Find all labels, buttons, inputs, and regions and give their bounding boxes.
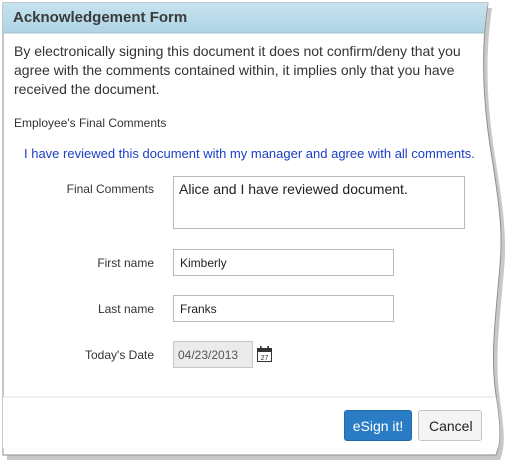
calendar-icon[interactable]: 27 xyxy=(257,346,272,362)
esign-button[interactable]: eSign it! xyxy=(344,410,412,441)
final-comments-field[interactable]: Alice and I have reviewed document. xyxy=(173,176,465,229)
dialog-title: Acknowledgement Form xyxy=(13,9,188,26)
todays-date-field xyxy=(173,341,253,368)
final-comments-label: Final Comments xyxy=(66,182,154,196)
screenshot-stage: Acknowledgement Form × By electronically… xyxy=(0,0,517,464)
first-name-field[interactable] xyxy=(173,249,394,276)
last-name-label: Last name xyxy=(97,302,154,316)
calendar-day-text: 27 xyxy=(261,355,269,362)
intro-text: By electronically signing this document … xyxy=(14,43,461,97)
section-label: Employee's Final Comments xyxy=(14,116,167,130)
last-name-field[interactable] xyxy=(173,295,394,322)
todays-date-label: Today's Date xyxy=(85,348,154,362)
dialog-title-bar[interactable]: Acknowledgement Form × xyxy=(3,3,493,33)
first-name-label: First name xyxy=(97,256,154,270)
cancel-button[interactable]: Cancel xyxy=(418,410,482,441)
close-icon[interactable]: × xyxy=(479,10,487,24)
acknowledgement-dialog: Acknowledgement Form × By electronically… xyxy=(0,0,517,464)
acknowledgement-note: I have reviewed this document with my ma… xyxy=(24,146,475,161)
